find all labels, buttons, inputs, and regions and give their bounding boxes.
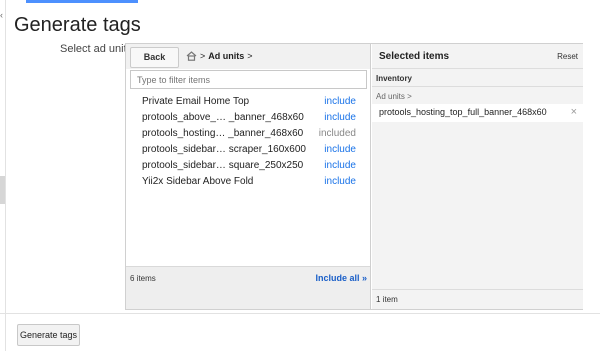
include-link[interactable]: include xyxy=(324,176,356,187)
back-button[interactable]: Back xyxy=(130,47,179,68)
include-all-link[interactable]: Include all » xyxy=(315,273,367,283)
selected-header: Selected items Reset xyxy=(372,44,583,69)
list-item: protools_hosting… _banner_468x60 include… xyxy=(126,126,370,142)
list-item: Yii2x Sidebar Above Fold include xyxy=(126,174,370,190)
include-link[interactable]: include xyxy=(324,160,356,171)
select-ad-units-label: Select ad units xyxy=(60,43,133,55)
list-item: protools_above_… _banner_468x60 include xyxy=(126,110,370,126)
ad-unit-picker: Back > Ad units > Private Email Home Top… xyxy=(125,43,583,310)
collapse-handle[interactable] xyxy=(0,176,5,204)
list-item: protools_sidebar… scraper_160x600 includ… xyxy=(126,142,370,158)
breadcrumb-current: Ad units xyxy=(208,51,245,61)
list-item: protools_sidebar… square_250x250 include xyxy=(126,158,370,174)
item-count: 6 items xyxy=(130,274,156,283)
list-item: Private Email Home Top include xyxy=(126,94,370,110)
home-icon[interactable] xyxy=(186,51,197,61)
breadcrumb-separator: > xyxy=(200,51,206,61)
active-tab-indicator xyxy=(26,0,138,3)
footer-divider xyxy=(0,313,600,314)
ad-unit-list: Private Email Home Top include protools_… xyxy=(126,94,370,190)
generate-tags-button[interactable]: Generate tags xyxy=(17,324,80,346)
selected-pane: Selected items Reset Inventory Ad units … xyxy=(372,44,583,309)
selected-item: protools_hosting_top_full_banner_468x60 … xyxy=(372,104,583,122)
item-name[interactable]: Yii2x Sidebar Above Fold xyxy=(142,176,253,187)
item-name[interactable]: protools_hosting… _banner_468x60 xyxy=(142,128,303,139)
item-name[interactable]: protools_sidebar… scraper_160x600 xyxy=(142,144,306,155)
include-link[interactable]: include xyxy=(324,144,356,155)
item-name[interactable]: Private Email Home Top xyxy=(142,96,249,107)
breadcrumb-trailing-separator: > xyxy=(247,51,253,61)
browse-header: Back > Ad units > xyxy=(126,44,370,69)
close-icon[interactable]: × xyxy=(571,106,577,118)
left-edge-strip: ‹ xyxy=(0,0,6,351)
include-link[interactable]: include xyxy=(324,96,356,107)
reset-link[interactable]: Reset xyxy=(557,52,578,61)
selected-footer: 1 item xyxy=(372,289,583,309)
selected-count: 1 item xyxy=(376,295,398,304)
section-title: Inventory xyxy=(376,74,413,83)
filter-input[interactable] xyxy=(130,70,367,89)
page-title: Generate tags xyxy=(14,14,141,36)
breadcrumb: > Ad units > xyxy=(186,51,253,61)
item-name[interactable]: protools_above_… _banner_468x60 xyxy=(142,112,304,123)
inventory-section-header: Inventory xyxy=(372,71,583,87)
included-status: included xyxy=(318,128,356,139)
edge-mark: ‹ xyxy=(0,10,3,20)
selected-item-name: protools_hosting_top_full_banner_468x60 xyxy=(379,107,547,117)
item-name[interactable]: protools_sidebar… square_250x250 xyxy=(142,160,303,171)
selected-breadcrumb: Ad units > xyxy=(376,92,412,101)
selected-title: Selected items xyxy=(379,51,450,62)
browse-footer: 6 items Include all » xyxy=(126,266,370,309)
browse-pane: Back > Ad units > Private Email Home Top… xyxy=(126,44,371,309)
include-link[interactable]: include xyxy=(324,112,356,123)
